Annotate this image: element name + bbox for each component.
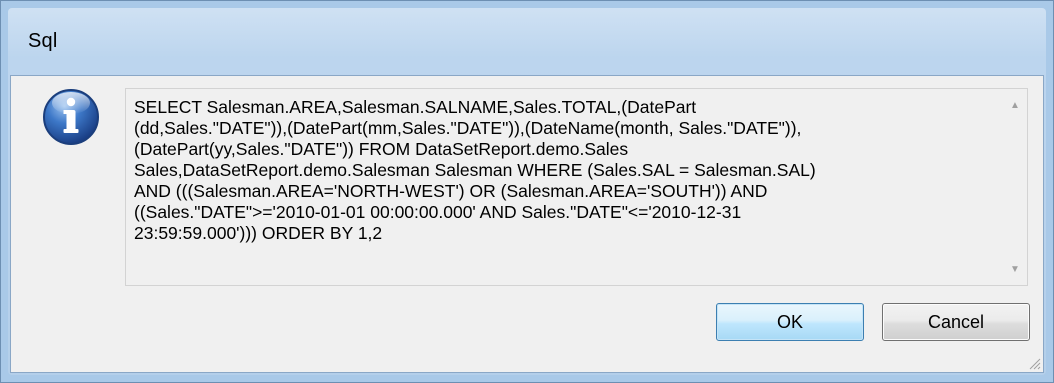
- info-icon: [41, 87, 101, 147]
- scroll-up-icon[interactable]: ▲: [1003, 93, 1027, 117]
- vertical-scrollbar[interactable]: ▲ ▼: [1003, 89, 1027, 285]
- resize-grip-icon[interactable]: [1027, 356, 1041, 370]
- dialog-client-area: SELECT Salesman.AREA,Salesman.SALNAME,Sa…: [10, 75, 1044, 373]
- message-textbox[interactable]: SELECT Salesman.AREA,Salesman.SALNAME,Sa…: [125, 88, 1028, 286]
- title-bar[interactable]: Sql: [1, 1, 1053, 75]
- scroll-down-icon[interactable]: ▼: [1003, 257, 1027, 281]
- dialog-window: Sql SELECT Salesman.AREA,Salesman.SALNAM…: [0, 0, 1054, 383]
- ok-button[interactable]: OK: [716, 303, 864, 341]
- cancel-button[interactable]: Cancel: [882, 303, 1030, 341]
- window-title: Sql: [28, 30, 58, 52]
- sql-message-text: SELECT Salesman.AREA,Salesman.SALNAME,Sa…: [134, 97, 816, 243]
